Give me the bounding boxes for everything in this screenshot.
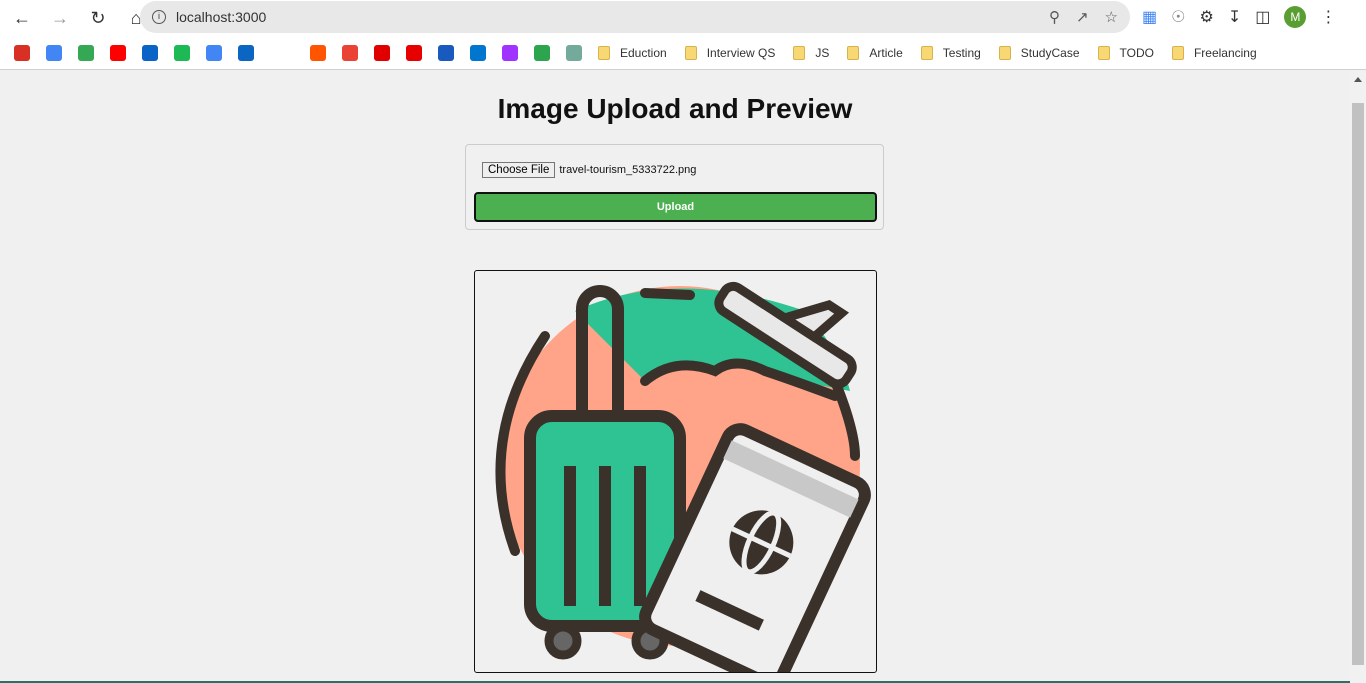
avatar[interactable]: M [1284, 6, 1307, 28]
file-name: travel-tourism_5333722.png [559, 164, 697, 176]
bookmark-folder[interactable]: Freelancing [1171, 45, 1257, 60]
bookmark-favicon-icon[interactable] [406, 44, 422, 61]
bookmark-folder-label: Article [869, 45, 903, 60]
bookmark-favicon-icon[interactable] [310, 44, 326, 61]
choose-file-button[interactable]: Choose File [482, 162, 556, 178]
bookmark-folder-label: Testing [942, 45, 981, 60]
browser-toolbar: ← → ↻ ⌂ i localhost:3000 ⚲ ↗ ☆ ▦ ☉ ⚙ ↧ ◫… [0, 0, 1366, 36]
bookmark-favicon-icon[interactable] [142, 44, 158, 61]
bookmark-favicon-icon[interactable] [502, 44, 518, 61]
upload-form: Choose File travel-tourism_5333722.png U… [465, 144, 884, 230]
scrollbar[interactable] [1350, 71, 1366, 683]
bookmark-folder-label: StudyCase [1020, 45, 1080, 60]
bookmark-folder-label: Interview QS [706, 45, 776, 60]
menu-icon[interactable]: ⋮ [1320, 7, 1336, 27]
zoom-icon[interactable]: ⚲ [1049, 8, 1060, 26]
bookmark-folder[interactable]: Article [847, 45, 903, 60]
extensions-icon[interactable]: ⚙ [1199, 7, 1213, 27]
file-input[interactable]: Choose File travel-tourism_5333722.png [482, 162, 696, 178]
bookmark-folder-label: JS [815, 45, 830, 60]
bookmark-folder-label: Eduction [620, 45, 667, 60]
bookmark-favicon-icon[interactable] [14, 44, 30, 61]
globe-icon[interactable]: ☉ [1171, 7, 1185, 27]
download-icon[interactable]: ↧ [1228, 7, 1241, 27]
side-panel-icon[interactable]: ◫ [1255, 7, 1270, 27]
bookmark-favicon-icon[interactable] [238, 44, 254, 61]
bookmark-folder[interactable]: TODO [1097, 45, 1154, 60]
page-title: Image Upload and Preview [497, 93, 853, 124]
folder-icon [598, 45, 610, 60]
bookmark-favicon-icon[interactable] [534, 44, 550, 61]
bookmark-favicon-icon[interactable] [78, 44, 94, 61]
bookmark-folder[interactable]: JS [793, 45, 830, 60]
folder-icon [920, 45, 933, 60]
bookmark-favicon-icon[interactable] [342, 44, 358, 61]
reload-icon[interactable]: ↻ [82, 8, 114, 29]
bookmark-favicon-icon[interactable] [206, 44, 222, 61]
folder-icon [1171, 45, 1184, 60]
folder-icon [1097, 45, 1110, 60]
bookmark-folder-label: TODO [1119, 45, 1154, 60]
bookmark-favicon-icon[interactable] [470, 44, 486, 61]
folder-icon [684, 45, 697, 60]
image-preview [474, 270, 877, 673]
bookmark-favicon-icon[interactable] [438, 44, 454, 61]
url-text: localhost:3000 [176, 9, 267, 25]
upload-button[interactable]: Upload [474, 192, 877, 222]
bookmark-folder[interactable]: Testing [920, 45, 981, 60]
scroll-up-arrow-icon[interactable] [1354, 77, 1362, 82]
bookmark-folder[interactable]: StudyCase [998, 45, 1080, 60]
bookmark-folder-label: Freelancing [1193, 45, 1257, 60]
folder-icon [847, 45, 860, 60]
folder-icon [998, 45, 1011, 60]
bookmark-favicon-icon[interactable] [374, 44, 390, 61]
forward-icon[interactable]: → [44, 8, 76, 29]
address-bar[interactable]: i localhost:3000 ⚲ ↗ ☆ [140, 1, 1130, 33]
share-icon[interactable]: ↗ [1076, 8, 1089, 26]
back-icon[interactable]: ← [6, 8, 38, 29]
bookmark-folder[interactable]: Interview QS [684, 45, 776, 60]
bookmark-favicon-icon[interactable] [174, 44, 190, 61]
bookmarks-bar: Eduction Interview QS JS Article Testing Stud… [0, 36, 1366, 70]
folder-icon [793, 45, 806, 60]
bookmark-folder[interactable]: Eduction [598, 45, 667, 60]
travel-tourism-illustration [495, 281, 871, 672]
star-icon[interactable]: ☆ [1105, 8, 1118, 26]
scrollbar-thumb[interactable] [1352, 103, 1364, 665]
translate-icon[interactable]: ▦ [1142, 7, 1157, 27]
bookmark-favicon-icon[interactable] [566, 44, 582, 61]
bookmark-favicon-icon[interactable] [110, 44, 126, 61]
bookmark-favicon-icon[interactable] [46, 44, 62, 61]
info-icon[interactable]: i [152, 10, 166, 24]
